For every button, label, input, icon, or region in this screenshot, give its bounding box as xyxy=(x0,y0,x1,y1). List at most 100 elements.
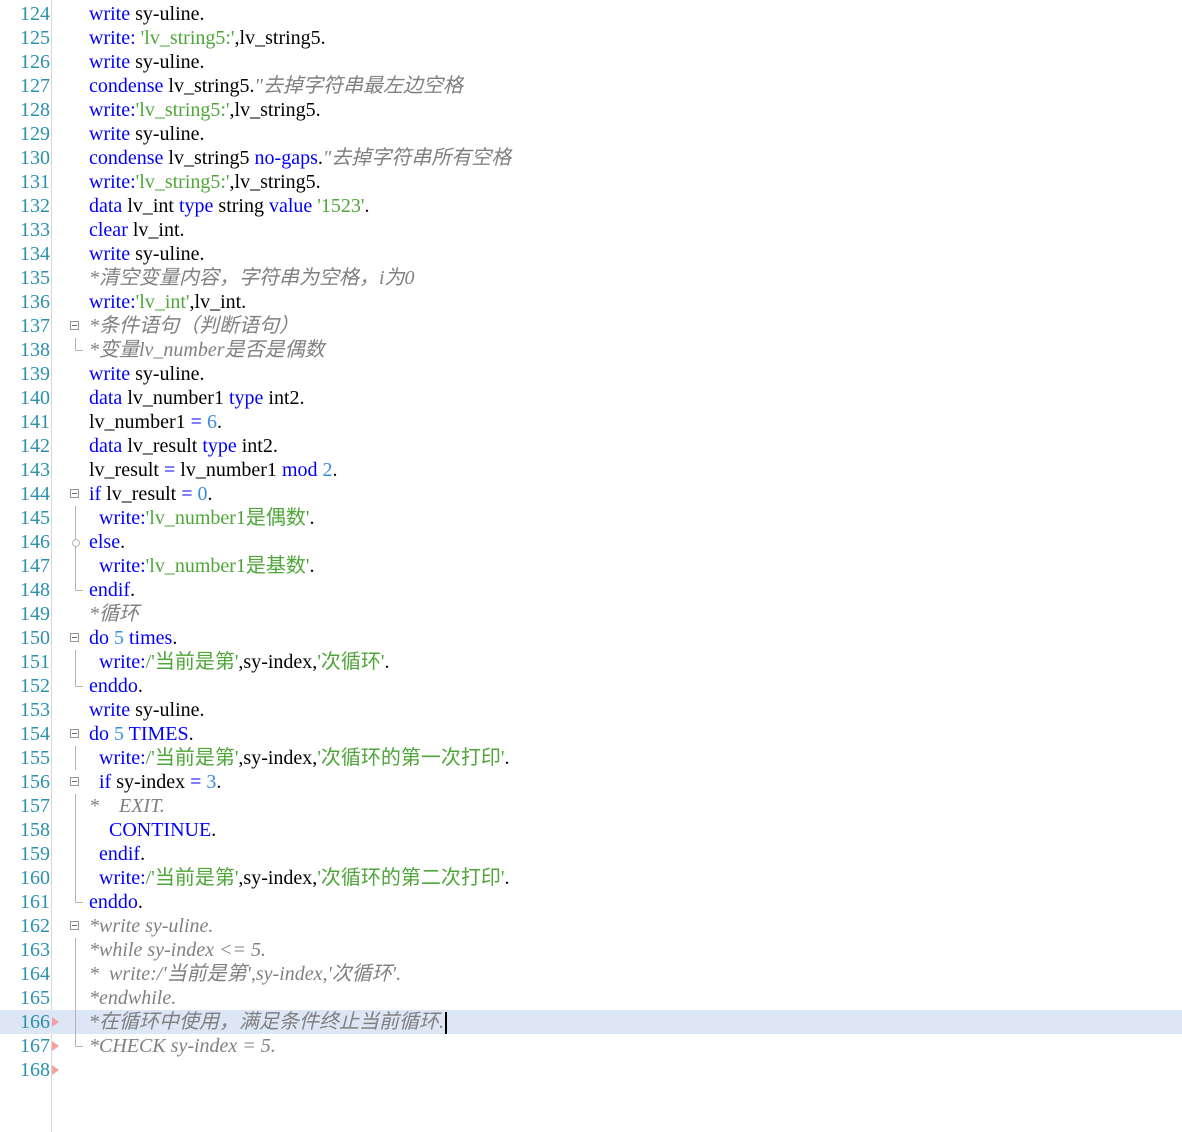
code-line[interactable]: 157 * EXIT. xyxy=(0,794,1182,818)
code-line[interactable]: 149 *循环 xyxy=(0,602,1182,626)
code-line[interactable]: 162 *write sy-uline. xyxy=(0,914,1182,938)
code-text[interactable]: *while sy-index <= 5. xyxy=(89,938,266,962)
code-text[interactable]: write: 'lv_string5:',lv_string5. xyxy=(89,26,326,50)
code-text[interactable]: write:/'当前是第',sy-index,'次循环的第二次打印'. xyxy=(89,866,510,890)
code-line[interactable]: 160 write:/'当前是第',sy-index,'次循环的第二次打印'. xyxy=(0,866,1182,890)
code-line[interactable]: 127 condense lv_string5."去掉字符串最左边空格 xyxy=(0,74,1182,98)
code-line[interactable]: 163 *while sy-index <= 5. xyxy=(0,938,1182,962)
code-line[interactable]: 137 *条件语句（判断语句） xyxy=(0,314,1182,338)
code-line[interactable]: 130 condense lv_string5 no-gaps."去掉字符串所有空… xyxy=(0,146,1182,170)
code-line[interactable]: 138 *变量lv_number是否是偶数 xyxy=(0,338,1182,362)
code-line[interactable]: 161 enddo. xyxy=(0,890,1182,914)
code-line[interactable]: 164 * write:/'当前是第',sy-index,'次循环'. xyxy=(0,962,1182,986)
code-line[interactable]: 136 write:'lv_int',lv_int. xyxy=(0,290,1182,314)
code-text[interactable]: write:'lv_number1是偶数'. xyxy=(89,506,315,530)
code-text[interactable]: enddo. xyxy=(89,890,143,914)
fold-toggle-icon[interactable] xyxy=(70,489,79,498)
code-text[interactable]: *清空变量内容，字符串为空格，i为0 xyxy=(89,266,415,290)
code-line[interactable]: 156 if sy-index = 3. xyxy=(0,770,1182,794)
line-number: 160 xyxy=(20,867,50,889)
code-line[interactable]: 165 *endwhile. xyxy=(0,986,1182,1010)
code-text[interactable]: *endwhile. xyxy=(89,986,176,1010)
code-line[interactable]: 140 data lv_number1 type int2. xyxy=(0,386,1182,410)
code-line[interactable]: 143 lv_result = lv_number1 mod 2. xyxy=(0,458,1182,482)
code-line[interactable]: 145 write:'lv_number1是偶数'. xyxy=(0,506,1182,530)
code-text[interactable]: lv_number1 = 6. xyxy=(89,410,222,434)
code-text[interactable]: write sy-uline. xyxy=(89,122,205,146)
code-text[interactable]: write:/'当前是第',sy-index,'次循环'. xyxy=(89,650,390,674)
code-line[interactable]: 124 write sy-uline. xyxy=(0,2,1182,26)
code-text[interactable]: if sy-index = 3. xyxy=(89,770,221,794)
code-line[interactable]: 139 write sy-uline. xyxy=(0,362,1182,386)
code-line[interactable]: 126 write sy-uline. xyxy=(0,50,1182,74)
code-text[interactable]: write:'lv_string5:',lv_string5. xyxy=(89,170,321,194)
code-line[interactable]: 152 enddo. xyxy=(0,674,1182,698)
code-line[interactable]: 155 write:/'当前是第',sy-index,'次循环的第一次打印'. xyxy=(0,746,1182,770)
code-text[interactable]: *变量lv_number是否是偶数 xyxy=(89,338,325,362)
code-line[interactable]: 133 clear lv_int. xyxy=(0,218,1182,242)
code-line[interactable]: 134 write sy-uline. xyxy=(0,242,1182,266)
code-line[interactable]: 166 *在循环中使用，满足条件终止当前循环. xyxy=(0,1010,1182,1035)
code-line[interactable]: 154 do 5 TIMES. xyxy=(0,722,1182,746)
fold-toggle-icon[interactable] xyxy=(70,321,79,330)
code-line[interactable]: 125 write: 'lv_string5:',lv_string5. xyxy=(0,26,1182,50)
code-text[interactable]: write sy-uline. xyxy=(89,242,205,266)
fold-toggle-icon[interactable] xyxy=(70,633,79,642)
code-line[interactable]: 167 *CHECK sy-index = 5. xyxy=(0,1034,1182,1058)
code-line[interactable]: 135 *清空变量内容，字符串为空格，i为0 xyxy=(0,266,1182,290)
code-text[interactable]: enddo. xyxy=(89,674,143,698)
code-text[interactable]: if lv_result = 0. xyxy=(89,482,213,506)
code-text[interactable]: *在循环中使用，满足条件终止当前循环. xyxy=(89,1010,447,1035)
code-editor[interactable]: 124 write sy-uline. 125 write: 'lv_string5:… xyxy=(0,0,1182,1132)
code-text[interactable]: * EXIT. xyxy=(89,794,165,818)
code-text[interactable]: *条件语句（判断语句） xyxy=(89,314,299,338)
code-text[interactable]: do 5 times. xyxy=(89,626,177,650)
code-text[interactable]: CONTINUE. xyxy=(89,818,216,842)
code-line[interactable]: 144 if lv_result = 0. xyxy=(0,482,1182,506)
code-text[interactable]: data lv_int type string value '1523'. xyxy=(89,194,370,218)
code-line[interactable]: 148 endif. xyxy=(0,578,1182,602)
code-line[interactable]: 158 CONTINUE. xyxy=(0,818,1182,842)
code-text[interactable]: *循环 xyxy=(89,602,139,626)
code-text[interactable]: write sy-uline. xyxy=(89,362,205,386)
code-line[interactable]: 151 write:/'当前是第',sy-index,'次循环'. xyxy=(0,650,1182,674)
code-text[interactable]: write sy-uline. xyxy=(89,2,205,26)
code-text[interactable]: condense lv_string5."去掉字符串最左边空格 xyxy=(89,74,463,98)
fold-toggle-icon[interactable] xyxy=(70,777,79,786)
code-lines[interactable]: 124 write sy-uline. 125 write: 'lv_string5:… xyxy=(0,2,1182,1082)
code-line[interactable]: 132 data lv_int type string value '1523'. xyxy=(0,194,1182,218)
code-line[interactable]: 153 write sy-uline. xyxy=(0,698,1182,722)
code-text[interactable]: condense lv_string5 no-gaps."去掉字符串所有空格 xyxy=(89,146,511,170)
code-text[interactable]: lv_result = lv_number1 mod 2. xyxy=(89,458,338,482)
code-text[interactable]: write sy-uline. xyxy=(89,698,205,722)
code-text[interactable]: do 5 TIMES. xyxy=(89,722,194,746)
code-line[interactable]: 147 write:'lv_number1是基数'. xyxy=(0,554,1182,578)
code-text[interactable]: * write:/'当前是第',sy-index,'次循环'. xyxy=(89,962,401,986)
code-line[interactable]: 150 do 5 times. xyxy=(0,626,1182,650)
code-text[interactable]: write:'lv_int',lv_int. xyxy=(89,290,246,314)
fold-toggle-icon[interactable] xyxy=(70,921,79,930)
code-line[interactable]: 146 else. xyxy=(0,530,1182,554)
code-text[interactable]: *write sy-uline. xyxy=(89,914,213,938)
code-line[interactable]: 141 lv_number1 = 6. xyxy=(0,410,1182,434)
line-number: 140 xyxy=(20,387,50,409)
code-text[interactable]: clear lv_int. xyxy=(89,218,185,242)
code-line[interactable]: 129 write sy-uline. xyxy=(0,122,1182,146)
code-text[interactable]: write:'lv_string5:',lv_string5. xyxy=(89,98,321,122)
code-text[interactable]: data lv_number1 type int2. xyxy=(89,386,305,410)
fold-toggle-icon[interactable] xyxy=(70,729,79,738)
code-text[interactable]: data lv_result type int2. xyxy=(89,434,278,458)
code-line[interactable]: 131 write:'lv_string5:',lv_string5. xyxy=(0,170,1182,194)
code-text[interactable]: write sy-uline. xyxy=(89,50,205,74)
code-line[interactable]: 142 data lv_result type int2. xyxy=(0,434,1182,458)
code-line[interactable]: 128 write:'lv_string5:',lv_string5. xyxy=(0,98,1182,122)
code-text[interactable]: *CHECK sy-index = 5. xyxy=(89,1034,276,1058)
code-line[interactable]: 168 xyxy=(0,1058,1182,1082)
code-text[interactable]: write:/'当前是第',sy-index,'次循环的第一次打印'. xyxy=(89,746,510,770)
code-text[interactable]: else. xyxy=(89,530,125,554)
code-text[interactable]: endif. xyxy=(89,578,135,602)
code-text[interactable]: write:'lv_number1是基数'. xyxy=(89,554,315,578)
code-line[interactable]: 159 endif. xyxy=(0,842,1182,866)
code-token: no-gaps xyxy=(254,147,318,169)
code-text[interactable]: endif. xyxy=(89,842,145,866)
